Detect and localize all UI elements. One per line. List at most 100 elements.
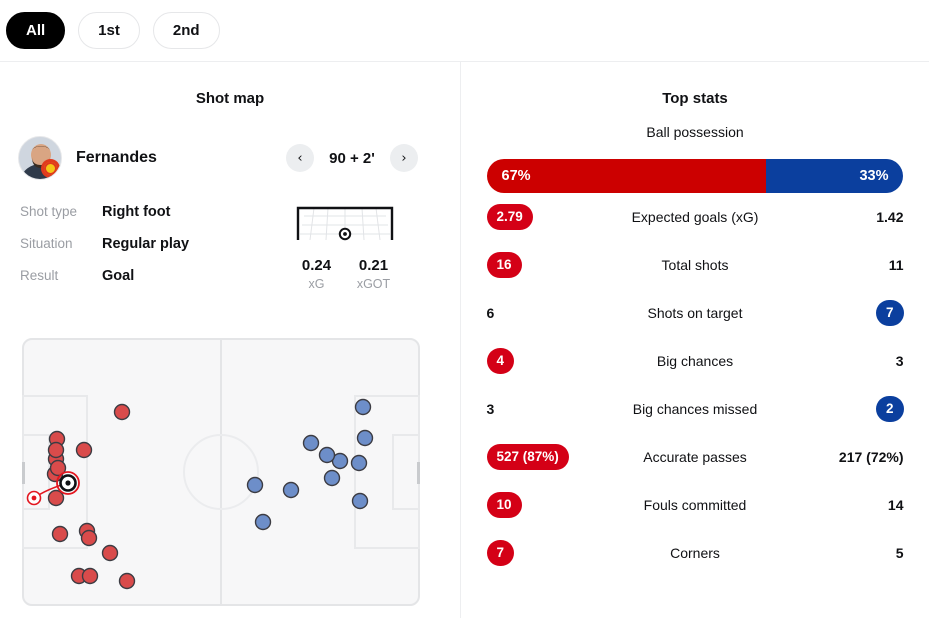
shot-detail-row: Situation Regular play	[20, 236, 290, 268]
avatar	[18, 136, 62, 180]
stat-away-side: 7	[794, 300, 904, 326]
stat-label: Big chances	[656, 353, 734, 369]
stat-away-value: 217 (72%)	[838, 449, 904, 465]
xg-label: xGOT	[356, 277, 391, 291]
stat-home-side: 527 (87%)	[486, 444, 597, 470]
stat-row: 7 Corners 5	[486, 529, 904, 577]
stat-row: 4 Big chances 3	[486, 337, 904, 385]
shot-detail-row: Shot type Right foot	[20, 204, 290, 236]
shot-marker-away[interactable]	[351, 492, 369, 510]
shot-detail-label: Result	[20, 268, 59, 283]
xg-value: 0.21	[358, 257, 389, 274]
stat-row: 6 Shots on target 7	[487, 289, 904, 337]
stat-label: Expected goals (xG)	[631, 209, 759, 225]
stat-away-badge: 2	[875, 396, 904, 422]
shot-detail-value: Right foot	[102, 204, 171, 220]
stat-home-side: 3	[487, 401, 597, 417]
shot-marker-home[interactable]	[113, 403, 131, 421]
filter-pill-1st[interactable]: 1st	[78, 12, 140, 49]
shot-marker-home[interactable]	[118, 572, 136, 590]
xg-value: 0.24	[301, 257, 332, 274]
ball-core-icon	[65, 480, 71, 486]
stat-home-side: 2.79	[486, 204, 597, 230]
stat-away-side: 14	[794, 497, 904, 513]
stat-away-side: 217 (72%)	[794, 449, 904, 465]
xg-values: 0.24 xG 0.21 xGOT	[288, 257, 402, 291]
shot-detail-label: Situation	[20, 236, 73, 251]
stat-away-value: 3	[895, 353, 904, 369]
match-stats-page: All 1st 2nd Shot map Fernandes ‹ 90 + 2' ›	[0, 0, 929, 618]
shot-marker-away[interactable]	[282, 481, 300, 499]
stat-home-value: 6	[486, 305, 495, 321]
player-header: Fernandes ‹ 90 + 2' ›	[0, 136, 440, 180]
goal-target-dot	[31, 495, 37, 501]
shot-map-panel: Shot map Fernandes ‹ 90 + 2' › Shot type…	[0, 62, 460, 618]
stat-away-value: 1.42	[876, 209, 904, 225]
possession-home: 67%	[486, 159, 766, 193]
shot-marker-away[interactable]	[318, 446, 336, 464]
stat-home-badge: 4	[486, 348, 515, 374]
chevron-right-icon[interactable]: ›	[390, 144, 418, 172]
period-filter-bar: All 1st 2nd	[0, 0, 929, 61]
shot-marker-away[interactable]	[354, 398, 372, 416]
shot-marker-away[interactable]	[246, 476, 264, 494]
stat-home-value: 3	[486, 401, 495, 417]
stat-home-badge: 527 (87%)	[486, 444, 569, 470]
stat-row: 16 Total shots 11	[486, 241, 904, 289]
shot-detail-row: Result Goal	[20, 268, 290, 300]
stat-away-side: 3	[794, 353, 904, 369]
stat-home-side: 4	[486, 348, 597, 374]
shot-marker-away[interactable]	[254, 513, 272, 531]
top-stats-panel: Top stats Ball possession 67% 33% 2.79 Ex…	[461, 62, 929, 618]
stat-away-side: 2	[794, 396, 904, 422]
stat-away-side: 5	[794, 545, 904, 561]
possession-label: Ball possession	[646, 124, 744, 140]
stat-label: Corners	[670, 545, 720, 561]
shot-marker-home[interactable]	[47, 441, 65, 459]
shot-detail-table: Shot type Right foot Situation Regular play…	[20, 204, 290, 300]
filter-pill-all[interactable]: All	[6, 12, 66, 49]
shot-marker-home[interactable]	[51, 525, 69, 543]
stat-rows: 2.79 Expected goals (xG) 1.42 16 Total shots…	[461, 193, 929, 577]
pitch-shot-map[interactable]	[22, 338, 420, 606]
xg-column: 0.24 xG	[288, 257, 345, 291]
stat-home-badge: 2.79	[486, 204, 533, 230]
goal-net-icon	[296, 206, 394, 241]
shot-marker-away[interactable]	[356, 429, 374, 447]
shot-marker-away[interactable]	[302, 434, 320, 452]
stat-away-value: 11	[888, 257, 904, 273]
stat-home-side: 16	[486, 252, 597, 278]
shot-marker-away[interactable]	[350, 454, 368, 472]
stat-home-side: 6	[487, 305, 597, 321]
chevron-left-icon[interactable]: ‹	[286, 144, 314, 172]
shot-marker-home[interactable]	[81, 567, 99, 585]
stat-row: 2.79 Expected goals (xG) 1.42	[486, 193, 904, 241]
xg-label: xG	[308, 277, 325, 291]
shot-marker-home[interactable]	[75, 441, 93, 459]
stat-row: 527 (87%) Accurate passes 217 (72%)	[486, 433, 904, 481]
shot-marker-home[interactable]	[80, 529, 98, 547]
stat-label: Big chances missed	[632, 401, 758, 417]
shot-marker-home[interactable]	[101, 544, 119, 562]
possession-away: 33%	[765, 159, 904, 193]
stat-home-side: 10	[486, 492, 597, 518]
stat-away-value: 5	[895, 545, 904, 561]
filter-pill-2nd[interactable]: 2nd	[152, 12, 220, 49]
player-name: Fernandes	[76, 149, 157, 166]
shot-nav: ‹ 90 + 2' ›	[286, 144, 418, 172]
stat-label: Accurate passes	[643, 449, 747, 465]
stat-home-side: 7	[486, 540, 597, 566]
shot-minute: 90 + 2'	[329, 149, 375, 167]
stat-label: Total shots	[661, 257, 729, 273]
stat-row: 3 Big chances missed 2	[487, 385, 904, 433]
xg-column: 0.21 xGOT	[345, 257, 402, 291]
stat-label: Fouls committed	[643, 497, 747, 513]
stat-away-side: 11	[794, 257, 904, 273]
stat-home-badge: 10	[486, 492, 522, 518]
stat-away-badge: 7	[875, 300, 904, 326]
club-crest-icon	[41, 159, 60, 178]
stat-home-badge: 7	[486, 540, 515, 566]
stat-home-badge: 16	[486, 252, 522, 278]
pitch-svg	[22, 338, 420, 606]
shot-marker-away[interactable]	[323, 469, 341, 487]
